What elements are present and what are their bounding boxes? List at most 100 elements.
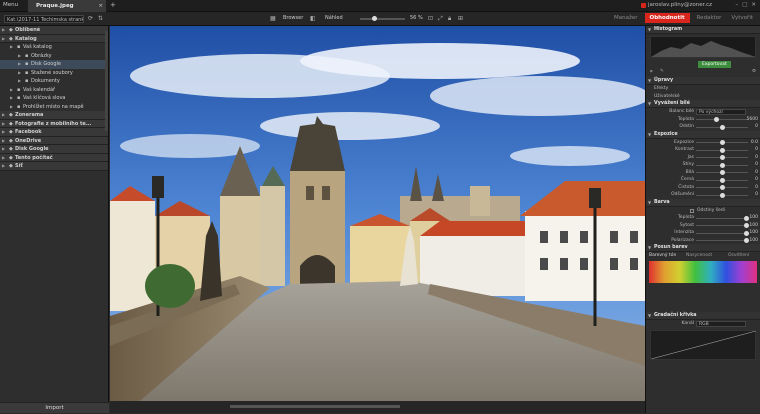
chevron-right-icon[interactable]: ▶ — [2, 137, 9, 146]
histogram-header[interactable]: ▼ Histogram — [646, 26, 760, 34]
slider-knob[interactable] — [720, 192, 725, 198]
exposure-header[interactable]: ▼ Expozice — [646, 130, 760, 139]
sort-icon[interactable]: ⇅ — [98, 15, 103, 22]
color-slider-1[interactable]: Sytost 100 — [646, 222, 760, 230]
nav-item-7[interactable]: ▶ ▪ Vaš kalendář — [0, 86, 108, 95]
grid-icon[interactable]: ⊞ — [458, 15, 463, 22]
mode-editor[interactable]: Redaktor — [694, 13, 725, 23]
nav-item-8[interactable]: ▶ ▪ Vaš klíčová slova — [0, 94, 108, 103]
exposure-slider-2[interactable]: Jas 0 — [646, 154, 760, 162]
nav-item-9[interactable]: ▶ ▪ Prohlížet místo na mapě — [0, 103, 108, 112]
slider-knob[interactable] — [744, 238, 749, 243]
chevron-right-icon[interactable]: ▶ — [2, 162, 9, 171]
slider-knob[interactable] — [720, 185, 725, 190]
close-icon[interactable]: × — [98, 3, 103, 9]
path-field[interactable]: Kat.\2017-11 Techimska stranka 04 — [4, 15, 84, 23]
mode-create[interactable]: Vytvořit — [728, 13, 756, 23]
exposure-slider-7[interactable]: Odšumění 0 — [646, 191, 760, 199]
hue-spectrum[interactable] — [649, 261, 757, 283]
browser-button[interactable]: Browser — [283, 15, 303, 21]
mode-develop[interactable]: Obhodnotit — [644, 13, 690, 23]
chevron-right-icon[interactable]: ▶ — [10, 94, 17, 103]
chevron-right-icon[interactable]: ▶ — [2, 145, 9, 154]
chevron-right-icon[interactable]: ▶ — [10, 103, 17, 112]
document-tab[interactable]: Praque.jpeg × — [28, 0, 106, 12]
nav-item-10[interactable]: ▶ ◆ Zonerama — [0, 111, 108, 120]
left-scrollbar[interactable] — [105, 31, 108, 131]
color-shift-header[interactable]: ▼ Posun barev — [646, 244, 760, 252]
close-window-icon[interactable]: ✕ — [751, 2, 756, 8]
curves-header[interactable]: ▼ Gradační křivka — [646, 312, 760, 320]
exposure-slider-6[interactable]: Čistota 0 — [646, 184, 760, 192]
nav-item-11[interactable]: ▶ ◆ Fotografie z mobilního te... — [0, 119, 108, 128]
fullscreen-icon[interactable]: ⤢ — [438, 15, 443, 23]
tint-slider[interactable]: Odstín 0 — [646, 123, 760, 131]
nav-item-14[interactable]: ▶ ◆ Disk Google — [0, 145, 108, 154]
tab-luminance[interactable]: Osvětlení — [728, 253, 749, 258]
exposure-slider-3[interactable]: Stíny 0 — [646, 161, 760, 169]
white-balance-header[interactable]: ▼ Vyvážení bílé — [646, 100, 760, 108]
temperature-slider[interactable]: Teplota 5600 — [646, 116, 760, 124]
white-balance-mode[interactable]: Balanc bílé Po výchozí — [646, 108, 760, 116]
exposure-slider-5[interactable]: Černá 0 — [646, 176, 760, 184]
preview-button[interactable]: Náhled — [325, 15, 343, 21]
exposure-slider-0[interactable]: Expozice 0.0 — [646, 139, 760, 147]
tab-hue[interactable]: Barevný tón — [649, 253, 676, 258]
import-button[interactable]: Import — [0, 402, 109, 413]
presets-header[interactable]: ▼ Úpravy — [646, 77, 760, 85]
zoom-slider-knob[interactable] — [372, 16, 377, 21]
maximize-icon[interactable]: □ — [742, 2, 747, 8]
chevron-right-icon[interactable]: ▶ — [10, 86, 17, 95]
slider-knob[interactable] — [744, 230, 749, 236]
slider-track[interactable] — [696, 240, 748, 241]
chevron-right-icon[interactable]: ▶ — [2, 128, 9, 137]
color-slider-0[interactable]: Teplota 100 — [646, 214, 760, 222]
slider-knob[interactable] — [720, 177, 725, 183]
slider-knob[interactable] — [720, 155, 725, 160]
zoom-slider[interactable] — [360, 16, 405, 21]
curves-channel[interactable]: Kanál RGB — [646, 320, 760, 328]
channel-select[interactable]: RGB — [696, 321, 746, 327]
chevron-right-icon[interactable]: ▶ — [18, 69, 25, 78]
brush-icon[interactable]: ✎ — [660, 69, 664, 74]
nav-item-12[interactable]: ▶ ◆ Facebook — [0, 128, 108, 137]
chevron-right-icon[interactable]: ▶ — [2, 154, 9, 163]
nav-item-0[interactable]: ▶ ◆ Oblíbené — [0, 26, 108, 35]
slider-knob[interactable] — [720, 147, 725, 153]
slider-track[interactable] — [696, 232, 748, 234]
nav-item-2[interactable]: ▶ ▪ Vaš katalog — [0, 43, 108, 52]
chevron-right-icon[interactable]: ▶ — [2, 35, 9, 44]
scrollbar-thumb[interactable] — [230, 405, 400, 408]
new-tab-icon[interactable]: + — [110, 1, 116, 9]
nav-item-4[interactable]: ▶ ▪ Disk Google — [0, 60, 108, 69]
crop-icon[interactable]: ⌗ — [650, 69, 653, 75]
canvas-horizontal-scrollbar[interactable] — [110, 401, 645, 413]
settings-icon[interactable]: ⚙︎ — [752, 69, 756, 74]
nav-item-6[interactable]: ▶ ▪ Dokumenty — [0, 77, 108, 86]
menu-button[interactable]: Menu — [3, 2, 18, 8]
fit-icon[interactable]: ⊡ — [428, 15, 433, 22]
slider-track[interactable] — [696, 217, 748, 219]
color-header[interactable]: ▼ Barva — [646, 198, 760, 207]
chevron-right-icon[interactable]: ▶ — [2, 26, 9, 35]
slider-knob[interactable] — [744, 215, 749, 221]
refresh-icon[interactable]: ⟳ — [88, 15, 93, 22]
tab-saturation[interactable]: Nasycenost — [686, 253, 712, 258]
nav-item-15[interactable]: ▶ ◆ Tento počítač — [0, 153, 108, 163]
white-balance-select[interactable]: Po výchozí — [696, 109, 746, 115]
chevron-right-icon[interactable]: ▶ — [18, 77, 25, 86]
chevron-right-icon[interactable]: ▶ — [10, 43, 17, 52]
nav-item-3[interactable]: ▶ ▪ Obrázky — [0, 52, 108, 61]
chevron-right-icon[interactable]: ▶ — [2, 111, 9, 120]
nav-item-16[interactable]: ▶ ◆ Síť — [0, 162, 108, 171]
minimize-icon[interactable]: – — [735, 2, 738, 8]
slider-knob[interactable] — [744, 223, 749, 228]
photo-canvas[interactable] — [110, 26, 645, 401]
nav-item-1[interactable]: ▶ ◆ Katalog — [0, 34, 108, 44]
lock-icon[interactable]: 🔒︎ — [448, 15, 451, 23]
nav-item-13[interactable]: ▶ ◆ OneDrive — [0, 136, 108, 146]
mode-manager[interactable]: Manažer — [611, 13, 641, 23]
nav-item-5[interactable]: ▶ ▪ Stažené soubory — [0, 69, 108, 78]
user-email[interactable]: jaroslav.pliny@zoner.cz — [648, 2, 712, 8]
color-slider-3[interactable]: Polarizace 100 — [646, 237, 760, 245]
